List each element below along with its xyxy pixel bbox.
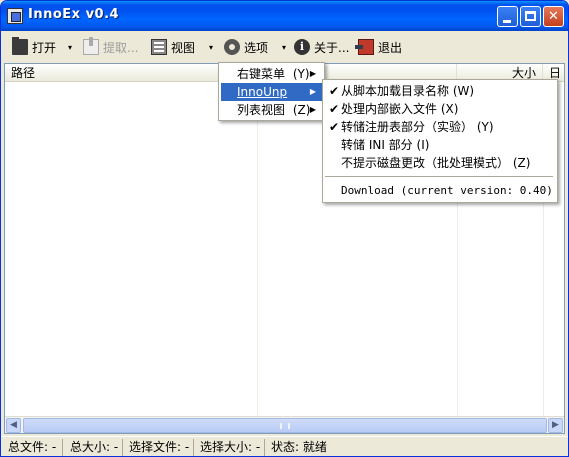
app-window: InnoEx v0.4 ✕ 打开 ▾ 提取... 视图 ▾ 选项 ▾ i 关于.… [0,0,569,457]
scrollbar-thumb[interactable] [23,418,547,433]
menu-item-accel: (Y) [476,120,494,134]
menu-item-label: 转储 INI 部分 [341,138,413,152]
menu-item-dump-ini[interactable]: 转储 INI 部分 (I) [325,136,555,154]
gear-icon [224,39,240,55]
options-dropdown-icon[interactable]: ▾ [282,43,286,52]
status-selected-size: 选择大小: - [197,439,265,456]
folder-icon [12,37,28,55]
menu-item-accel: (W) [452,84,475,98]
open-button[interactable]: 打开 ▾ [12,36,72,58]
toolbar: 打开 ▾ 提取... 视图 ▾ 选项 ▾ i 关于... 退出 [4,32,565,62]
horizontal-scrollbar[interactable]: ◀ ▶ [5,416,564,433]
window-title: InnoEx v0.4 [28,7,120,22]
innounp-submenu: ✔ 从脚本加载目录名称 (W) ✔ 处理内部嵌入文件 (X) ✔ 转储注册表部分… [322,79,558,203]
open-dropdown-icon[interactable]: ▾ [68,43,72,52]
exit-button[interactable]: 退出 [355,36,403,58]
submenu-arrow-icon: ▶ [309,69,316,78]
menu-item-label: InnoUnp [237,85,288,99]
menu-item-accel: (I) [416,138,430,152]
menu-item-dump-registry[interactable]: ✔ 转储注册表部分（实验） (Y) [325,118,555,136]
view-button[interactable]: 视图 ▾ [151,36,213,58]
app-icon [7,8,23,24]
menu-item-label: 不提示磁盘更改（批处理模式） [341,156,510,170]
extract-button[interactable]: 提取... [83,36,138,58]
open-label: 打开 [32,40,57,55]
about-label: 关于... [314,40,350,55]
view-dropdown-icon[interactable]: ▾ [209,43,213,52]
submenu-arrow-icon: ▶ [309,87,316,96]
menu-item-label: 列表视图 [237,103,286,117]
menu-item-load-dir-names[interactable]: ✔ 从脚本加载目录名称 (W) [325,82,555,100]
menu-item-accel: (Z) [512,156,531,170]
menu-item-label: 处理内部嵌入文件 [341,102,438,116]
menu-item-accel: (X) [440,102,459,116]
view-icon [151,39,167,55]
scroll-left-icon[interactable]: ◀ [6,418,21,433]
about-button[interactable]: i 关于... [294,36,349,58]
menu-item-context-menu[interactable]: 右键菜单 (Y) ▶ [221,65,322,83]
grip-icon [280,423,290,429]
menu-item-accel: (Z) [292,103,311,117]
status-total-files: 总文件: - [5,439,63,456]
extract-label: 提取... [103,40,139,55]
scroll-right-icon[interactable]: ▶ [548,418,563,433]
status-selected-files: 选择文件: - [126,439,194,456]
menu-item-no-disk-prompt[interactable]: 不提示磁盘更改（批处理模式） (Z) [325,154,555,172]
menu-item-label: 转储注册表部分（实验） [341,120,474,134]
exit-icon [355,39,374,55]
menu-item-embedded-files[interactable]: ✔ 处理内部嵌入文件 (X) [325,100,555,118]
menu-item-innounp[interactable]: InnoUnp ▶ [221,83,322,101]
close-icon: ✕ [548,9,559,24]
status-total-size: 总大小: - [67,439,123,456]
options-button[interactable]: 选项 ▾ [224,36,286,58]
menu-item-label: Download (current version: 0.40) [341,184,553,197]
menu-item-accel: (Y) [292,67,310,81]
maximize-button[interactable] [520,6,541,27]
menu-item-download[interactable]: Download (current version: 0.40) [325,181,555,199]
title-bar[interactable]: InnoEx v0.4 ✕ [1,1,568,31]
check-icon: ✔ [329,102,340,116]
maximize-icon [525,11,536,21]
minimize-icon [503,20,511,23]
menu-item-label: 从脚本加载目录名称 [341,84,450,98]
menu-item-label: 右键菜单 [237,67,286,81]
menu-item-list-view[interactable]: 列表视图 (Z) ▶ [221,101,322,119]
minimize-button[interactable] [497,6,518,27]
extract-icon [83,37,99,55]
exit-label: 退出 [378,40,403,55]
check-icon: ✔ [329,120,340,134]
status-text: 状态: 就绪 [271,440,327,454]
menu-separator [325,176,553,177]
check-icon: ✔ [329,84,340,98]
view-label: 视图 [171,40,196,55]
column-divider [257,82,258,416]
info-icon: i [294,39,310,55]
options-menu: 右键菜单 (Y) ▶ InnoUnp ▶ 列表视图 (Z) ▶ [218,62,325,121]
submenu-arrow-icon: ▶ [309,105,316,114]
options-label: 选项 [244,40,269,55]
close-button[interactable]: ✕ [543,6,564,27]
status-bar: 总文件: - 总大小: - 选择文件: - 选择大小: - 状态: 就绪 [1,436,568,456]
